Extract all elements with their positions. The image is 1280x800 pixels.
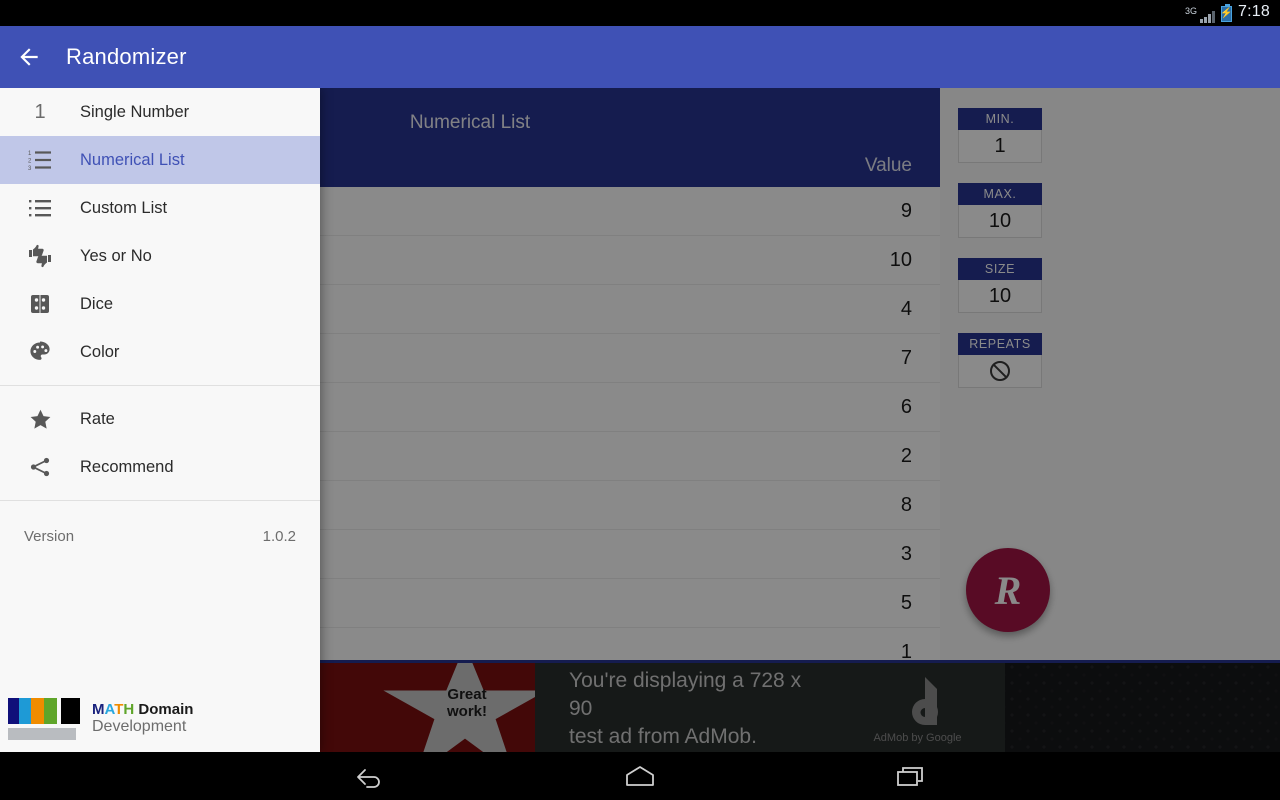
- app-bar: Randomizer: [0, 26, 1280, 88]
- network-type-label: 3G: [1185, 6, 1198, 16]
- star-icon: [0, 395, 80, 443]
- drawer-divider-2: [0, 500, 320, 501]
- brand-line2: Development: [92, 718, 187, 736]
- version-label: Version: [24, 527, 75, 545]
- sidebar-item-label: Dice: [80, 294, 114, 313]
- svg-text:1: 1: [28, 151, 32, 157]
- thumbs-up-down-icon: [0, 232, 80, 280]
- drawer-divider: [0, 385, 320, 386]
- status-clock: 7:18: [1238, 3, 1270, 20]
- sidebar-item-recommend[interactable]: Recommend: [0, 443, 320, 491]
- dice-icon: [0, 280, 80, 328]
- sidebar-item-label: Rate: [80, 409, 115, 428]
- android-nav-bar: [0, 752, 1280, 800]
- svg-text:2: 2: [28, 159, 32, 165]
- brand-logo-bars: [8, 698, 80, 724]
- brand-domain-word: Domain: [134, 700, 194, 718]
- sidebar-item-single-number[interactable]: 1 Single Number: [0, 88, 320, 136]
- sidebar-item-label: Recommend: [80, 457, 174, 476]
- nav-recents-icon[interactable]: [880, 763, 940, 789]
- brand-letter-h: H: [123, 700, 135, 718]
- nav-home-icon[interactable]: [610, 763, 670, 789]
- battery-charging-icon: ⚡: [1220, 4, 1233, 22]
- brand-logo-underbar: [8, 728, 76, 740]
- brand-text: MATH Domain Development: [92, 700, 194, 737]
- sidebar-item-numerical-list[interactable]: 1 2 3 Numerical List: [0, 136, 320, 184]
- version-row: Version 1.0.2: [0, 510, 320, 562]
- status-bar: 3G ⚡ 7:18: [0, 0, 1280, 26]
- svg-text:3: 3: [28, 166, 32, 172]
- sidebar-item-label: Yes or No: [80, 246, 152, 265]
- palette-icon: [0, 328, 80, 376]
- brand-logo-bar: [60, 698, 80, 724]
- sidebar-item-yes-or-no[interactable]: Yes or No: [0, 232, 320, 280]
- nav-back-icon[interactable]: [340, 763, 400, 789]
- sidebar-item-dice[interactable]: Dice: [0, 280, 320, 328]
- numeral-one-icon: 1: [34, 100, 46, 123]
- brand-line1: MATH Domain: [92, 700, 194, 719]
- sidebar-item-label: Custom List: [80, 198, 168, 217]
- brand-footer: MATH Domain Development: [0, 698, 320, 752]
- sidebar-item-label: Single Number: [80, 102, 190, 121]
- back-arrow-icon[interactable]: [0, 26, 58, 88]
- navigation-drawer: 1 Single Number 1 2 3 Numerical List Custom Li…: [0, 88, 320, 752]
- drawer-spacer: [0, 562, 320, 698]
- sidebar-item-color[interactable]: Color: [0, 328, 320, 376]
- brand-logo-bar: [18, 698, 32, 724]
- signal-bars-icon: [1200, 10, 1216, 23]
- sidebar-item-custom-list[interactable]: Custom List: [0, 184, 320, 232]
- sidebar-item-rate[interactable]: Rate: [0, 395, 320, 443]
- sidebar-item-label: Numerical List: [80, 150, 185, 169]
- brand-logo: [8, 698, 80, 740]
- brand-letter-a: A: [104, 700, 115, 718]
- brand-logo-bar: [31, 698, 44, 724]
- bulleted-list-icon: [0, 184, 80, 232]
- brand-logo-bar: [43, 698, 57, 724]
- android-screen: Numerical List Value 9 10 4 7 6 2 8 3 5 1 MIN. 1 MA…: [0, 0, 1280, 800]
- drawer-secondary-items: Rate Recommend: [0, 395, 320, 491]
- page-title: Randomizer: [66, 44, 187, 69]
- drawer-primary-items: 1 Single Number 1 2 3 Numerical List Custom Li…: [0, 88, 320, 376]
- sidebar-item-label: Color: [80, 342, 120, 361]
- share-icon: [0, 443, 80, 491]
- brand-letter-m: M: [92, 700, 105, 718]
- numbered-list-icon: 1 23: [0, 136, 80, 184]
- brand-logo-bar: [8, 698, 19, 724]
- version-value: 1.0.2: [262, 527, 296, 545]
